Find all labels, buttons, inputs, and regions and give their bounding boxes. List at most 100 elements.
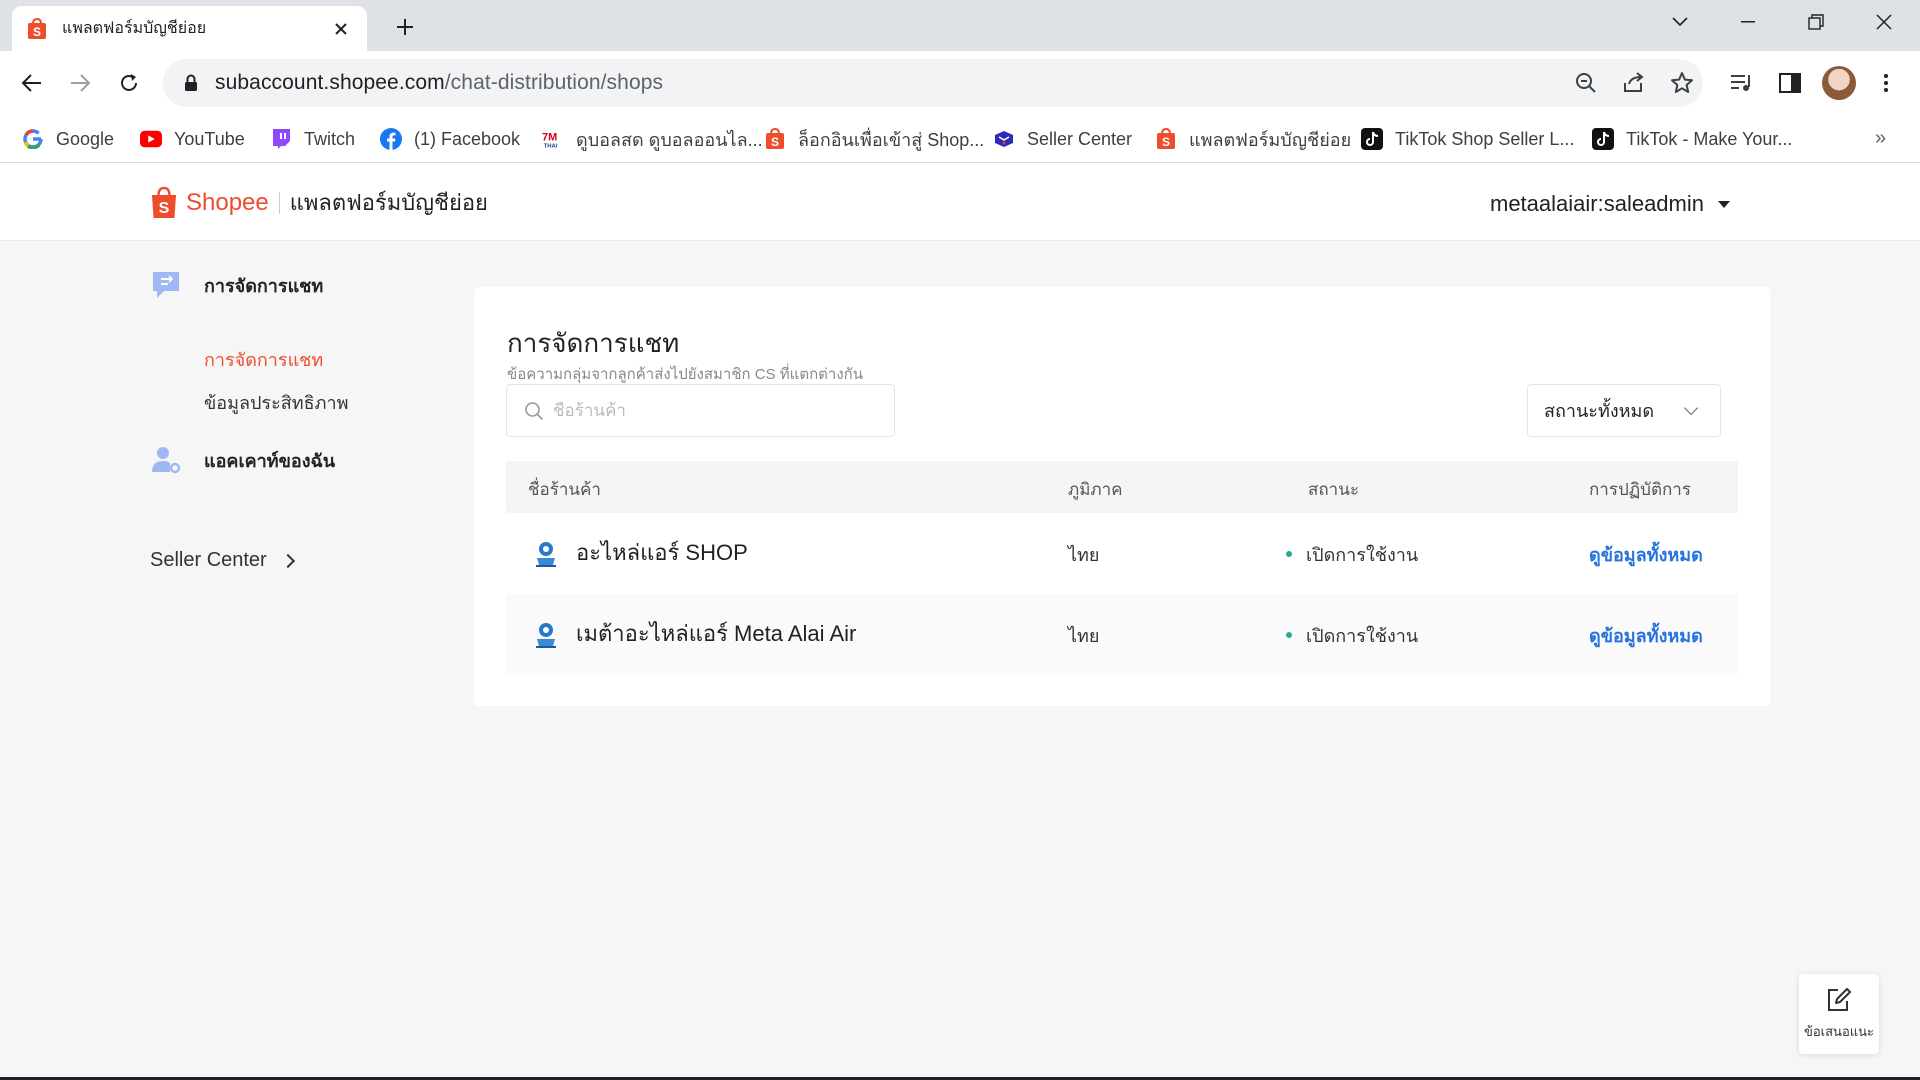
bookmark-label: Seller Center xyxy=(1027,128,1133,149)
view-all-link[interactable]: ดูข้อมูลทั้งหมด xyxy=(1589,621,1703,650)
new-tab-plus-icon[interactable] xyxy=(390,12,420,42)
side-panel-icon[interactable] xyxy=(1772,65,1808,101)
table-row: อะไหล่แอร์ SHOP ไทย เปิดการใช้งาน ดูข้อม… xyxy=(506,513,1738,594)
bookmark-facebook[interactable]: (1) Facebook xyxy=(380,125,520,153)
profile-avatar[interactable] xyxy=(1822,66,1856,100)
minimize-icon[interactable] xyxy=(1720,0,1776,44)
chevron-down-icon xyxy=(1683,400,1699,415)
logo-divider xyxy=(278,191,280,214)
url-path: /chat-distribution/shops xyxy=(444,71,664,94)
page-title: การจัดการแชท xyxy=(507,328,680,358)
sidebar-item-chat-management[interactable]: การจัดการแชท xyxy=(204,345,323,374)
bookmark-twitch[interactable]: Twitch xyxy=(270,125,355,153)
browser-toolbar: subaccount.shopee.com/chat-distribution/… xyxy=(0,51,1920,115)
bookmark-star-icon[interactable] xyxy=(1668,69,1696,97)
menu-kebab-icon[interactable] xyxy=(1868,65,1904,101)
sidebar-group-my-account[interactable]: แอคเคาท์ของฉัน xyxy=(150,444,335,476)
forward-arrow-icon[interactable] xyxy=(62,65,98,101)
brand-name: Shopee xyxy=(186,188,269,216)
column-header-action: การปฏิบัติการ xyxy=(1589,480,1691,499)
bookmark-subaccount[interactable]: S แพลตฟอร์มบัญชีย่อย xyxy=(1155,125,1351,153)
tiktok-icon xyxy=(1592,128,1614,150)
sidebar-item-performance[interactable]: ข้อมูลประสิทธิภาพ xyxy=(204,388,348,417)
shopee-favicon-icon: S xyxy=(28,17,46,39)
region-cell: ไทย xyxy=(1068,626,1100,646)
sidebar-group-label: แอคเคาท์ของฉัน xyxy=(204,450,336,471)
status-dot-icon xyxy=(1286,632,1292,639)
svg-text:S: S xyxy=(33,25,41,39)
view-all-link[interactable]: ดูข้อมูลทั้งหมด xyxy=(1589,540,1703,569)
status-text: เปิดการใช้งาน xyxy=(1306,545,1419,565)
status-cell: เปิดการใช้งาน xyxy=(1286,621,1418,650)
media-control-icon[interactable] xyxy=(1724,65,1760,101)
browser-tab-active[interactable]: S แพลตฟอร์มบัญชีย่อย xyxy=(12,6,367,51)
bookmark-google[interactable]: Google xyxy=(22,125,114,153)
bookmark-tiktok[interactable]: TikTok - Make Your... xyxy=(1592,125,1792,153)
restore-icon[interactable] xyxy=(1788,0,1844,44)
search-icon xyxy=(523,400,545,422)
shopee-bag-icon: S xyxy=(152,186,176,218)
bookmark-label: แพลตฟอร์มบัญชีย่อย xyxy=(1189,129,1352,150)
url-domain: subaccount.shopee.com xyxy=(215,71,445,94)
status-text: เปิดการใช้งาน xyxy=(1306,626,1419,646)
bookmark-seller-center[interactable]: Seller Center xyxy=(993,125,1132,153)
status-cell: เปิดการใช้งาน xyxy=(1286,540,1418,569)
shops-table: ชื่อร้านค้า ภูมิภาค สถานะ การปฏิบัติการ … xyxy=(506,461,1738,675)
svg-text:S: S xyxy=(771,135,779,149)
sidebar-group-chat[interactable]: การจัดการแชท xyxy=(150,269,323,301)
seller-center-label: Seller Center xyxy=(150,549,267,571)
lock-icon[interactable] xyxy=(181,73,201,93)
shop-name: อะไหล่แอร์ SHOP xyxy=(576,540,748,565)
bookmark-youtube[interactable]: YouTube xyxy=(140,125,245,153)
bookmark-shopee-login[interactable]: S ล็อกอินเพื่อเข้าสู่ Shop... xyxy=(764,125,984,153)
bookmark-label: TikTok Shop Seller L... xyxy=(1395,128,1575,149)
reload-icon[interactable] xyxy=(111,65,147,101)
bookmark-7m[interactable]: 7M THAI ดูบอลสด ดูบอลออนไล... xyxy=(542,125,763,153)
bookmark-label: (1) Facebook xyxy=(414,128,521,149)
shop-logo-icon xyxy=(530,618,562,650)
url-text[interactable]: subaccount.shopee.com/chat-distribution/… xyxy=(215,71,663,95)
youtube-icon xyxy=(140,128,162,150)
seller-center-icon xyxy=(993,128,1015,150)
tab-search-chevron-icon[interactable] xyxy=(1652,0,1708,44)
caret-down-icon xyxy=(1718,200,1730,208)
sidebar-group-label: การจัดการแชท xyxy=(204,275,324,296)
bookmark-label: ดูบอลสด ดูบอลออนไล... xyxy=(576,129,763,150)
page-description: ข้อความกลุ่มจากลูกค้าส่งไปยังสมาชิก CS ท… xyxy=(507,366,863,383)
shopee-logo[interactable]: S Shopee แพลตฟอร์มบัญชีย่อย xyxy=(150,185,488,220)
zoom-out-icon[interactable] xyxy=(1572,69,1600,97)
back-arrow-icon[interactable] xyxy=(14,65,50,101)
tab-close-icon[interactable] xyxy=(329,17,353,41)
status-filter-value: สถานะทั้งหมด xyxy=(1544,401,1655,421)
shop-search-input[interactable] xyxy=(553,400,873,421)
browser-tabstrip: S แพลตฟอร์มบัญชีย่อย xyxy=(0,0,1920,51)
region-cell: ไทย xyxy=(1068,545,1100,565)
bookmark-label: Google xyxy=(56,128,115,149)
address-bar[interactable]: subaccount.shopee.com/chat-distribution/… xyxy=(163,59,1703,107)
facebook-icon xyxy=(380,128,402,150)
sidebar: การจัดการแชท การจัดการแชท ข้อมูลประสิทธิ… xyxy=(0,241,470,1080)
feedback-button[interactable]: ข้อเสนอแนะ xyxy=(1799,974,1879,1054)
shop-search-box[interactable] xyxy=(506,384,895,437)
bookmark-label: TikTok - Make Your... xyxy=(1626,128,1793,149)
column-header-region: ภูมิภาค xyxy=(1068,480,1123,499)
shopee-icon: S xyxy=(764,128,786,150)
svg-text:THAI: THAI xyxy=(544,143,558,149)
user-settings-icon xyxy=(150,444,182,476)
bookmark-label: ล็อกอินเพื่อเข้าสู่ Shop... xyxy=(798,129,985,150)
tab-title: แพลตฟอร์มบัญชีย่อย xyxy=(62,20,207,37)
seller-center-link[interactable]: Seller Center xyxy=(150,549,295,572)
share-icon[interactable] xyxy=(1620,69,1648,97)
shop-logo-icon xyxy=(530,537,562,569)
edit-note-icon xyxy=(1828,987,1851,1011)
status-filter-select[interactable]: สถานะทั้งหมด xyxy=(1527,384,1721,437)
bookmark-label: YouTube xyxy=(174,128,245,149)
account-dropdown[interactable]: metaalaiair:saleadmin xyxy=(1490,191,1730,217)
table-header: ชื่อร้านค้า ภูมิภาค สถานะ การปฏิบัติการ xyxy=(506,461,1738,513)
svg-text:S: S xyxy=(159,200,170,217)
shop-cell: เมต้าอะไหล่แอร์ Meta Alai Air xyxy=(530,616,856,651)
svg-text:S: S xyxy=(1162,135,1170,149)
more-bookmarks-icon[interactable]: » xyxy=(1875,127,1886,150)
bookmark-tiktok-shop[interactable]: TikTok Shop Seller L... xyxy=(1361,125,1574,153)
close-window-icon[interactable] xyxy=(1856,0,1912,44)
